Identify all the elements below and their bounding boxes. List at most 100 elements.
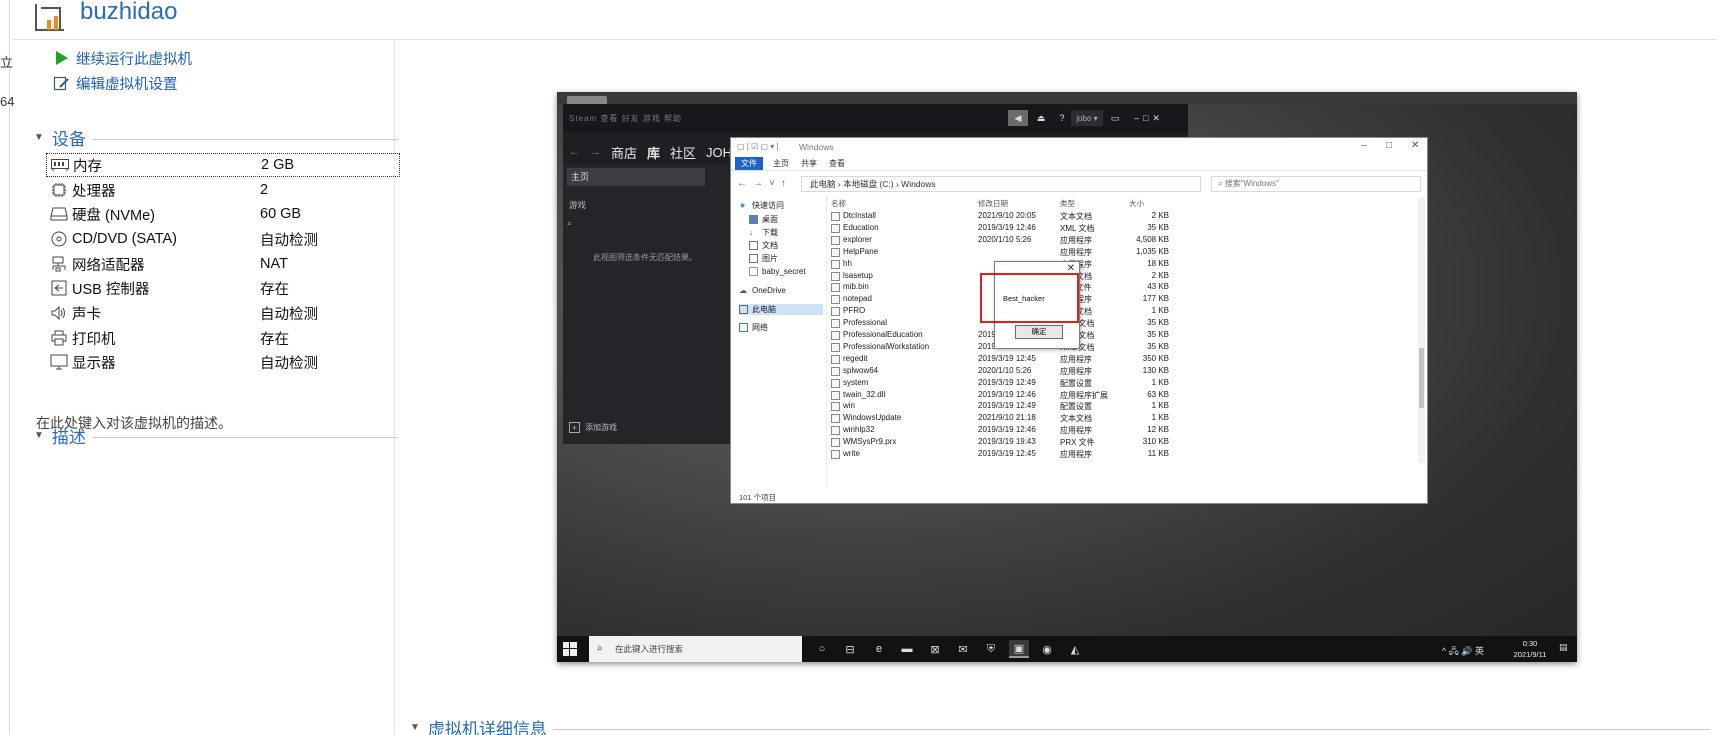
windows-start-icon	[563, 642, 577, 656]
file-date: 2020/1/10 5:26	[978, 234, 1032, 244]
address-bar: 此电脑 › 本地磁盘 (C:) › Windows	[801, 176, 1201, 192]
file-explorer-icon: ▬	[901, 643, 913, 655]
device-name: 打印机	[72, 331, 116, 348]
device-row-harddisk[interactable]: 硬盘 (NVMe) 60 GB	[46, 202, 400, 226]
steam-empty-text: 此视图筛选条件无匹配结果。	[593, 253, 697, 262]
collapse-triangle-icon: ▼	[34, 131, 44, 143]
file-type: 应用程序	[1060, 366, 1092, 376]
file-icon	[831, 390, 840, 400]
file-icon	[831, 247, 840, 257]
device-row-sound[interactable]: 声卡 自动检测	[46, 301, 400, 325]
file-row: PFRO文本文档1 KB	[831, 306, 1421, 318]
sound-card-icon	[49, 304, 69, 322]
cloud-icon: ☁	[739, 286, 747, 295]
steam-broadcast-icon: ◀	[1008, 110, 1028, 126]
path-segment: Windows	[901, 179, 936, 189]
download-icon: ↓	[749, 228, 753, 237]
collapse-triangle-icon: ▼	[410, 721, 420, 733]
device-row-display[interactable]: 显示器 自动检测	[46, 350, 400, 374]
desktop-top-strip	[557, 92, 1577, 106]
description-placeholder[interactable]: 在此处键入对该虚拟机的描述。	[36, 413, 232, 433]
power-on-label: 继续运行此虚拟机	[76, 51, 192, 68]
device-name: 显示器	[72, 355, 116, 372]
file-row: splwow64 2020/1/10 5:26 应用程序 130 KB	[831, 366, 1421, 378]
device-value: 2 GB	[261, 157, 295, 173]
file-date: 2019/3/19 12:49	[978, 377, 1036, 387]
file-name: hh	[843, 258, 852, 268]
file-size: 35 KB	[1147, 341, 1169, 351]
device-row-printer[interactable]: 打印机 存在	[46, 326, 400, 350]
nav-baby-secret: baby_secret	[749, 267, 833, 276]
notification-icon: ▤	[1559, 642, 1568, 652]
edit-vm-settings-link[interactable]: 编辑虚拟机设置	[52, 72, 178, 94]
file-row: regedit 2019/3/19 12:45 应用程序 350 KB	[831, 354, 1421, 366]
file-row: ProfessionalXML 文档35 KB	[831, 318, 1421, 330]
file-name: win	[843, 401, 856, 411]
file-name: DtcInstall	[843, 211, 876, 220]
file-name: winhlp32	[843, 425, 875, 435]
device-name: 声卡	[72, 306, 101, 323]
security-icon: ⛨	[986, 642, 996, 655]
file-icon	[831, 283, 840, 293]
network-icon	[739, 323, 748, 332]
clock-date: 2021/9/11	[1513, 650, 1547, 659]
device-row-memory[interactable]: 内存 2 GB	[46, 153, 400, 177]
device-name: CD/DVD (SATA)	[72, 231, 177, 247]
clock-time: 0:30	[1522, 639, 1538, 648]
file-name: mib.bin	[843, 282, 869, 292]
desktop-folder-icon	[749, 215, 758, 224]
power-on-vm-link[interactable]: 继续运行此虚拟机	[52, 47, 192, 69]
search-icon: ⌕	[597, 643, 603, 654]
file-size: 1 KB	[1151, 401, 1169, 411]
processor-icon	[49, 181, 69, 199]
device-row-network[interactable]: 网络适配器 NAT	[46, 252, 400, 276]
plus-icon: +	[569, 422, 580, 433]
system-tray: ^ 🖧 🔊 英	[1442, 646, 1484, 656]
explorer-address-row: ←→˅↑ 此电脑 › 本地磁盘 (C:) › Windows ⌕ 搜索"Wind…	[731, 173, 1427, 195]
file-row: DtcInstall 2021/9/10 20:05 文本文档 2 KB	[831, 211, 1421, 223]
explorer-nav-pane: ★ 快速访问 桌面 ↓ 下载 文档 图片 baby_secret ☁ OneDrive…	[731, 196, 827, 486]
nav-label: 此电脑	[752, 305, 776, 314]
device-value: 自动检测	[260, 355, 318, 372]
file-size: 43 KB	[1147, 282, 1169, 292]
file-date: 2019/3/19 12:49	[978, 401, 1036, 411]
file-type: 配置设置	[1060, 378, 1092, 388]
device-row-processor[interactable]: 处理器 2	[46, 178, 400, 202]
file-type: 应用程序	[1060, 235, 1092, 245]
file-icon	[831, 271, 840, 281]
device-value: 2	[260, 182, 269, 198]
steam-nav-community: 社区	[670, 145, 697, 161]
column-header-size: 大小	[1129, 199, 1144, 208]
device-row-usb[interactable]: USB 控制器 存在	[46, 276, 400, 300]
usb-icon	[49, 279, 69, 297]
vm-screen-thumbnail[interactable]: Steam 查看 好友 游戏 帮助 ◀ ⏏ ? jobo ▾ ▭ –□✕ ← →…	[557, 92, 1577, 662]
explorer-scrollbar	[1418, 198, 1425, 463]
column-header-date: 修改日期	[978, 199, 1008, 208]
file-type: 应用程序	[1060, 247, 1092, 257]
edge-icon: e	[875, 643, 883, 655]
file-size: 11 KB	[1147, 449, 1169, 458]
section-divider	[91, 436, 398, 438]
devices-section-header[interactable]: ▼ 设备	[32, 126, 398, 149]
vm-details-section-header[interactable]: ▼ 虚拟机详细信息	[410, 716, 1710, 735]
file-size: 177 KB	[1142, 294, 1169, 304]
ribbon-tab-home: 主页	[773, 159, 789, 168]
app-icon: ◭	[1070, 643, 1080, 656]
nav-this-pc: 此电脑	[739, 304, 823, 315]
ribbon-tab-view: 查看	[829, 159, 845, 168]
file-size: 310 KB	[1142, 437, 1169, 447]
file-icon	[831, 331, 840, 340]
dialog-ok-button: 确定	[1015, 325, 1063, 339]
file-date: 2019/3/19 12:46	[978, 389, 1036, 399]
file-row: lsasetup文本文档2 KB	[831, 271, 1421, 283]
steam-add-game: + 添加游戏	[569, 422, 617, 433]
file-row: ProfessionalWorkstation2019/3/19 12:46XM…	[831, 342, 1421, 354]
file-row: hh应用程序18 KB	[831, 259, 1421, 271]
nav-network: 网络	[739, 322, 823, 333]
file-size: 1 KB	[1151, 377, 1169, 387]
column-header-type: 类型	[1060, 199, 1075, 208]
mail-icon: ✉	[958, 643, 968, 656]
file-size: 18 KB	[1147, 258, 1169, 268]
ribbon-tab-file: 文件	[735, 157, 763, 170]
device-row-cd-dvd[interactable]: CD/DVD (SATA) 自动检测	[46, 227, 400, 251]
